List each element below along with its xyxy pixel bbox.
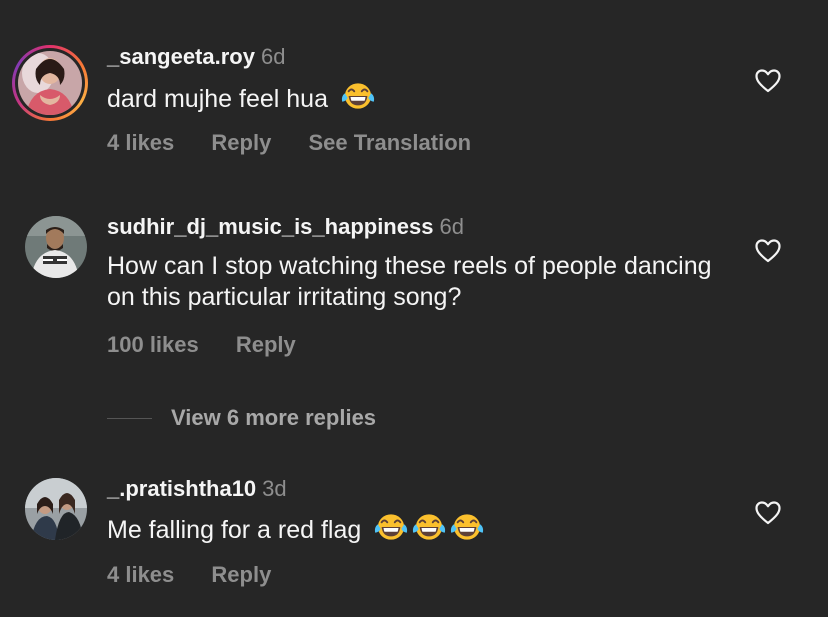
timestamp: 6d [260, 44, 286, 69]
comment-meta: _.pratishtha10 3d [107, 476, 287, 502]
face-with-tears-of-joy-emoji [341, 81, 375, 111]
comment-text-content: How can I stop watching these reels of p… [107, 252, 712, 311]
timestamp: 6d [439, 214, 464, 239]
face-with-tears-of-joy-emoji [450, 512, 484, 542]
reply-button[interactable]: Reply [211, 130, 271, 155]
avatar[interactable] [25, 216, 87, 278]
comment-text-content: Me falling for a red flag [107, 516, 362, 544]
avatar[interactable] [25, 478, 87, 540]
reply-button[interactable]: Reply [211, 562, 271, 587]
comment-text: How can I stop watching these reels of p… [107, 251, 727, 313]
comment-text: Me falling for a red flag [107, 512, 727, 546]
likes-count[interactable]: 100 likes [107, 332, 199, 357]
comments-screen: _sangeeta.roy 6d dard mujhe feel hua 4 li… [0, 0, 828, 617]
view-more-replies-label[interactable]: View 6 more replies [171, 405, 376, 431]
see-translation-button[interactable]: See Translation [308, 130, 471, 155]
face-with-tears-of-joy-emoji [412, 512, 446, 542]
reply-button[interactable]: Reply [236, 332, 296, 357]
comment-meta: _sangeeta.roy 6d [107, 44, 285, 70]
timestamp: 3d [262, 476, 287, 501]
view-more-replies[interactable]: View 6 more replies [107, 403, 376, 433]
username[interactable]: _sangeeta.roy [107, 44, 255, 69]
face-with-tears-of-joy-emoji [374, 512, 408, 542]
comment-text-content: dard mujhe feel hua [107, 85, 328, 113]
username[interactable]: _.pratishtha10 [107, 476, 256, 501]
likes-count[interactable]: 4 likes [107, 562, 174, 587]
divider [107, 417, 152, 419]
username[interactable]: sudhir_dj_music_is_happiness [107, 214, 433, 239]
heart-outline-icon[interactable] [755, 239, 781, 263]
comment-actions: 4 likes Reply [107, 562, 302, 588]
likes-count[interactable]: 4 likes [107, 130, 174, 155]
heart-outline-icon[interactable] [755, 69, 781, 93]
comment-actions: 100 likes Reply [107, 332, 327, 358]
avatar[interactable] [18, 51, 82, 115]
comment-text: dard mujhe feel hua [107, 81, 727, 115]
heart-outline-icon[interactable] [755, 501, 781, 525]
comment-meta: sudhir_dj_music_is_happiness 6d [107, 214, 464, 240]
comment-actions: 4 likes Reply See Translation [107, 130, 502, 156]
